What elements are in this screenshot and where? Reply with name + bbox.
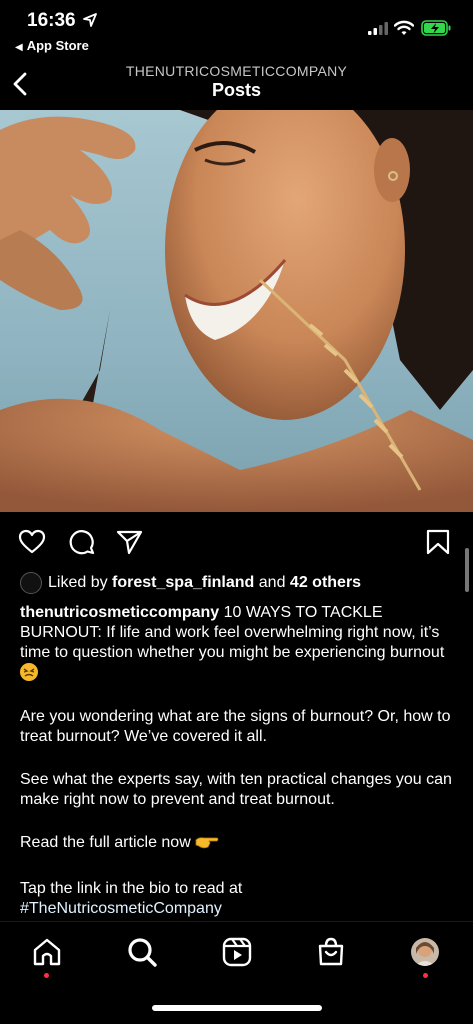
wifi-icon: [394, 20, 414, 35]
post-photo-illustration: [0, 110, 473, 512]
reels-icon[interactable]: [221, 936, 253, 968]
likes-others[interactable]: 42 others: [290, 574, 361, 591]
hashtag-link[interactable]: #TheNutricosmeticCompany: [20, 900, 222, 917]
search-icon[interactable]: [126, 936, 158, 968]
home-indicator: [152, 1005, 322, 1011]
battery-charging-icon: [421, 20, 451, 36]
caption-text: Tap the link in the bio to read at: [20, 880, 243, 897]
caption-paragraph: Read the full article now: [20, 833, 460, 856]
share-button[interactable]: [116, 528, 144, 556]
persevering-face-icon: [20, 663, 38, 681]
location-arrow-icon: [83, 13, 97, 27]
account-name[interactable]: THENUTRICOSMETICCOMPANY: [0, 63, 473, 79]
like-button[interactable]: [18, 528, 46, 556]
likes-conjunction: and: [258, 574, 286, 591]
comment-button[interactable]: [68, 528, 96, 556]
page-title: Posts: [211, 80, 262, 100]
back-to-app-link[interactable]: ◀ App Store: [15, 38, 89, 53]
back-triangle-icon: ◀: [15, 42, 23, 53]
likes-summary[interactable]: Liked by forest_spa_finland and 42 other…: [48, 574, 361, 592]
back-app-label: App Store: [26, 38, 89, 53]
profile-avatar[interactable]: [411, 938, 439, 966]
post-caption: thenutricosmeticcompany 10 WAYS TO TACKL…: [20, 603, 460, 919]
caption-text: Read the full article now: [20, 834, 191, 851]
home-icon[interactable]: [31, 936, 63, 968]
home-notification-dot: [44, 973, 49, 978]
shop-icon[interactable]: [315, 936, 347, 968]
caption-paragraph: thenutricosmeticcompany 10 WAYS TO TACKL…: [20, 603, 460, 684]
cellular-signal-icon: [368, 22, 388, 35]
likes-prefix: Liked by: [48, 574, 108, 591]
caption-username[interactable]: thenutricosmeticcompany: [20, 604, 219, 621]
caption-paragraph: Tap the link in the bio to read at #TheN…: [20, 879, 460, 919]
pointing-hand-icon: [195, 834, 219, 856]
caption-paragraph: Are you wondering what are the signs of …: [20, 708, 451, 745]
liker-avatar[interactable]: [20, 572, 42, 594]
caption-paragraph: See what the experts say, with ten pract…: [20, 771, 452, 808]
scrollbar[interactable]: [465, 548, 469, 592]
liker-username[interactable]: forest_spa_finland: [112, 574, 254, 591]
save-button[interactable]: [424, 528, 452, 556]
post-photo[interactable]: [0, 110, 473, 512]
status-time: 16:36: [27, 10, 76, 31]
profile-notification-dot: [423, 973, 428, 978]
